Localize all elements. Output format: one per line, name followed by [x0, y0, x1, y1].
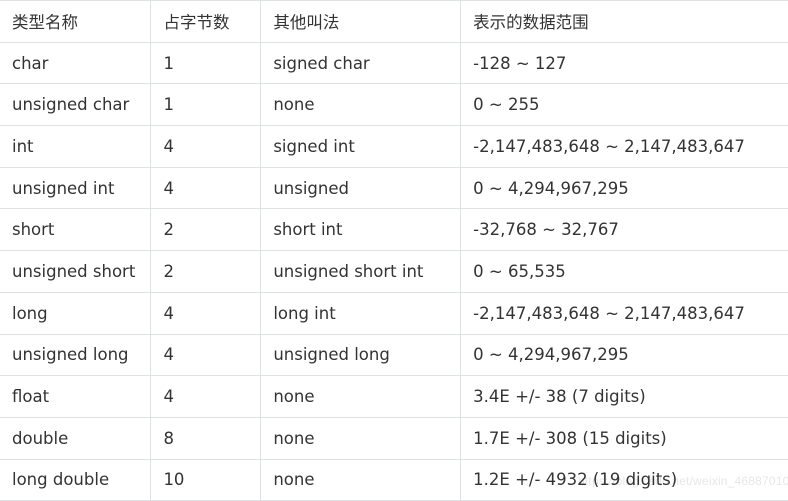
cell-alias: unsigned long [260, 333, 462, 377]
cell-range: 0 ~ 4,294,967,295 [460, 333, 788, 377]
table-row: float 4 none 3.4E +/- 38 (7 digits) [0, 375, 788, 418]
table-row: unsigned int 4 unsigned 0 ~ 4,294,967,295 [0, 166, 788, 210]
cell-byte-size: 4 [150, 125, 262, 168]
cell-type-name: unsigned short [0, 250, 152, 293]
table-row: int 4 signed int -2,147,483,648 ~ 2,147,483… [0, 125, 788, 168]
table-row: unsigned short 2 unsigned short int 0 ~ 65,… [0, 250, 788, 293]
cell-alias: none [260, 375, 462, 418]
table-row: long 4 long int -2,147,483,648 ~ 2,147,483,… [0, 291, 788, 335]
cell-byte-size: 1 [150, 83, 262, 127]
cell-range: 3.4E +/- 38 (7 digits) [460, 375, 788, 418]
data-types-table: 类型名称 占字节数 其他叫法 表示的数据范围 char 1 signed char -… [0, 0, 788, 501]
cell-type-name: int [0, 125, 152, 168]
cell-alias: unsigned short int [260, 250, 462, 293]
cell-byte-size: 1 [150, 41, 262, 85]
cell-alias: none [260, 83, 462, 127]
table-row: char 1 signed char -128 ~ 127 [0, 41, 788, 85]
cell-type-name: double [0, 416, 152, 460]
cell-type-name: char [0, 41, 152, 85]
cell-range: 0 ~ 255 [460, 83, 788, 127]
cell-byte-size: 4 [150, 291, 262, 335]
cell-range: 0 ~ 65,535 [460, 250, 788, 293]
cell-byte-size: 4 [150, 166, 262, 210]
cell-alias: none [260, 458, 462, 501]
cell-alias: short int [260, 208, 462, 252]
cell-type-name: unsigned int [0, 166, 152, 210]
cell-range: -2,147,483,648 ~ 2,147,483,647 [460, 125, 788, 168]
cell-range: -2,147,483,648 ~ 2,147,483,647 [460, 291, 788, 335]
table-header-row: 类型名称 占字节数 其他叫法 表示的数据范围 [0, 0, 788, 43]
watermark: https://blog.csdn.net/weixin_46887010 [578, 474, 788, 488]
cell-alias: signed char [260, 41, 462, 85]
header-type-name: 类型名称 [0, 0, 152, 43]
cell-byte-size: 4 [150, 333, 262, 377]
cell-byte-size: 8 [150, 416, 262, 460]
cell-range: 1.7E +/- 308 (15 digits) [460, 416, 788, 460]
cell-type-name: float [0, 375, 152, 418]
cell-alias: long int [260, 291, 462, 335]
table-row: unsigned long 4 unsigned long 0 ~ 4,294,967… [0, 333, 788, 377]
cell-byte-size: 2 [150, 250, 262, 293]
cell-range: -128 ~ 127 [460, 41, 788, 85]
cell-byte-size: 4 [150, 375, 262, 418]
cell-type-name: short [0, 208, 152, 252]
table-row: double 8 none 1.7E +/- 308 (15 digits) [0, 416, 788, 460]
cell-range: -32,768 ~ 32,767 [460, 208, 788, 252]
cell-type-name: long [0, 291, 152, 335]
header-range: 表示的数据范围 [460, 0, 788, 43]
cell-byte-size: 10 [150, 458, 262, 501]
cell-type-name: unsigned long [0, 333, 152, 377]
cell-alias: signed int [260, 125, 462, 168]
cell-type-name: unsigned char [0, 83, 152, 127]
cell-alias: none [260, 416, 462, 460]
cell-range: 0 ~ 4,294,967,295 [460, 166, 788, 210]
header-byte-size: 占字节数 [150, 0, 262, 43]
table-row: short 2 short int -32,768 ~ 32,767 [0, 208, 788, 252]
cell-alias: unsigned [260, 166, 462, 210]
table-row: unsigned char 1 none 0 ~ 255 [0, 83, 788, 127]
cell-byte-size: 2 [150, 208, 262, 252]
header-alias: 其他叫法 [260, 0, 462, 43]
cell-type-name: long double [0, 458, 152, 501]
